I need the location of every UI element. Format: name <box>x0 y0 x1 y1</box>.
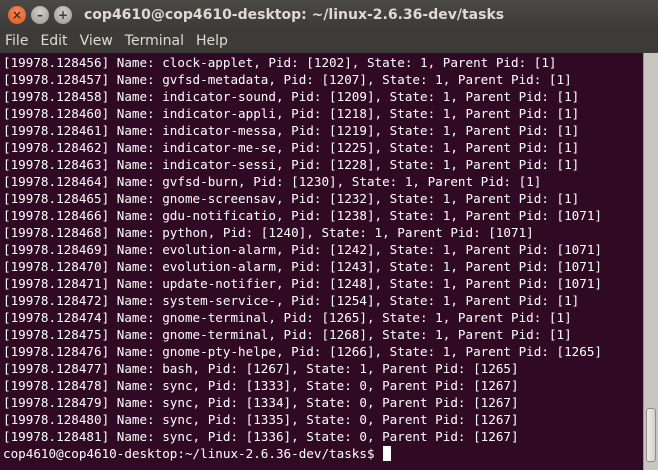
output-line: [19978.128478] Name: sync, Pid: [1333], … <box>3 378 519 393</box>
output-line: [19978.128460] Name: indicator-appli, Pi… <box>3 106 580 121</box>
minimize-icon: – <box>37 7 43 22</box>
output-line: [19978.128462] Name: indicator-me-se, Pi… <box>3 140 580 155</box>
title-bar[interactable]: × – + cop4610@cop4610-desktop: ~/linux-2… <box>0 0 658 29</box>
output-line: [19978.128466] Name: gdu-notificatio, Pi… <box>3 208 602 223</box>
output-line: [19978.128456] Name: clock-applet, Pid: … <box>3 55 557 70</box>
output-line: [19978.128464] Name: gvfsd-burn, Pid: [1… <box>3 174 542 189</box>
output-line: [19978.128480] Name: sync, Pid: [1335], … <box>3 412 519 427</box>
output-line: [19978.128476] Name: gnome-pty-helpe, Pi… <box>3 344 602 359</box>
menu-terminal[interactable]: Terminal <box>119 33 190 49</box>
output-line: [19978.128472] Name: system-service-, Pi… <box>3 293 580 308</box>
output-line: [19978.128465] Name: gnome-screensav, Pi… <box>3 191 580 206</box>
menu-file[interactable]: File <box>0 33 34 49</box>
menu-help[interactable]: Help <box>190 33 234 49</box>
menu-edit[interactable]: Edit <box>34 33 73 49</box>
vertical-scrollbar[interactable] <box>643 53 658 470</box>
text-cursor <box>383 446 392 461</box>
output-line: [19978.128461] Name: indicator-messa, Pi… <box>3 123 580 138</box>
output-line: [19978.128458] Name: indicator-sound, Pi… <box>3 89 580 104</box>
close-icon: × <box>11 7 23 22</box>
maximize-icon: + <box>57 7 69 22</box>
output-line: [19978.128463] Name: indicator-sessi, Pi… <box>3 157 580 172</box>
output-line: [19978.128457] Name: gvfsd-metadata, Pid… <box>3 72 572 87</box>
output-line: [19978.128481] Name: sync, Pid: [1336], … <box>3 429 519 444</box>
output-line: [19978.128470] Name: evolution-alarm, Pi… <box>3 259 602 274</box>
output-line: [19978.128475] Name: gnome-terminal, Pid… <box>3 327 572 342</box>
minimize-button[interactable]: – <box>31 5 49 24</box>
prompt-line[interactable]: cop4610@cop4610-desktop:~/linux-2.6.36-d… <box>3 445 643 462</box>
output-line: [19978.128469] Name: evolution-alarm, Pi… <box>3 242 602 257</box>
output-line: [19978.128468] Name: python, Pid: [1240]… <box>3 225 534 240</box>
maximize-button[interactable]: + <box>54 5 72 24</box>
output-line: [19978.128474] Name: gnome-terminal, Pid… <box>3 310 572 325</box>
shell-prompt: cop4610@cop4610-desktop:~/linux-2.6.36-d… <box>3 446 383 461</box>
scrollbar-thumb[interactable] <box>646 408 656 462</box>
terminal-output[interactable]: [19978.128456] Name: clock-applet, Pid: … <box>0 53 643 470</box>
terminal-window: × – + cop4610@cop4610-desktop: ~/linux-2… <box>0 0 658 470</box>
window-title: cop4610@cop4610-desktop: ~/linux-2.6.36-… <box>84 6 505 23</box>
output-line: [19978.128477] Name: bash, Pid: [1267], … <box>3 361 519 376</box>
close-button[interactable]: × <box>8 5 26 24</box>
output-line: [19978.128479] Name: sync, Pid: [1334], … <box>3 395 519 410</box>
output-line: [19978.128471] Name: update-notifier, Pi… <box>3 276 602 291</box>
menu-view[interactable]: View <box>74 33 119 49</box>
menu-bar: File Edit View Terminal Help <box>0 29 658 52</box>
